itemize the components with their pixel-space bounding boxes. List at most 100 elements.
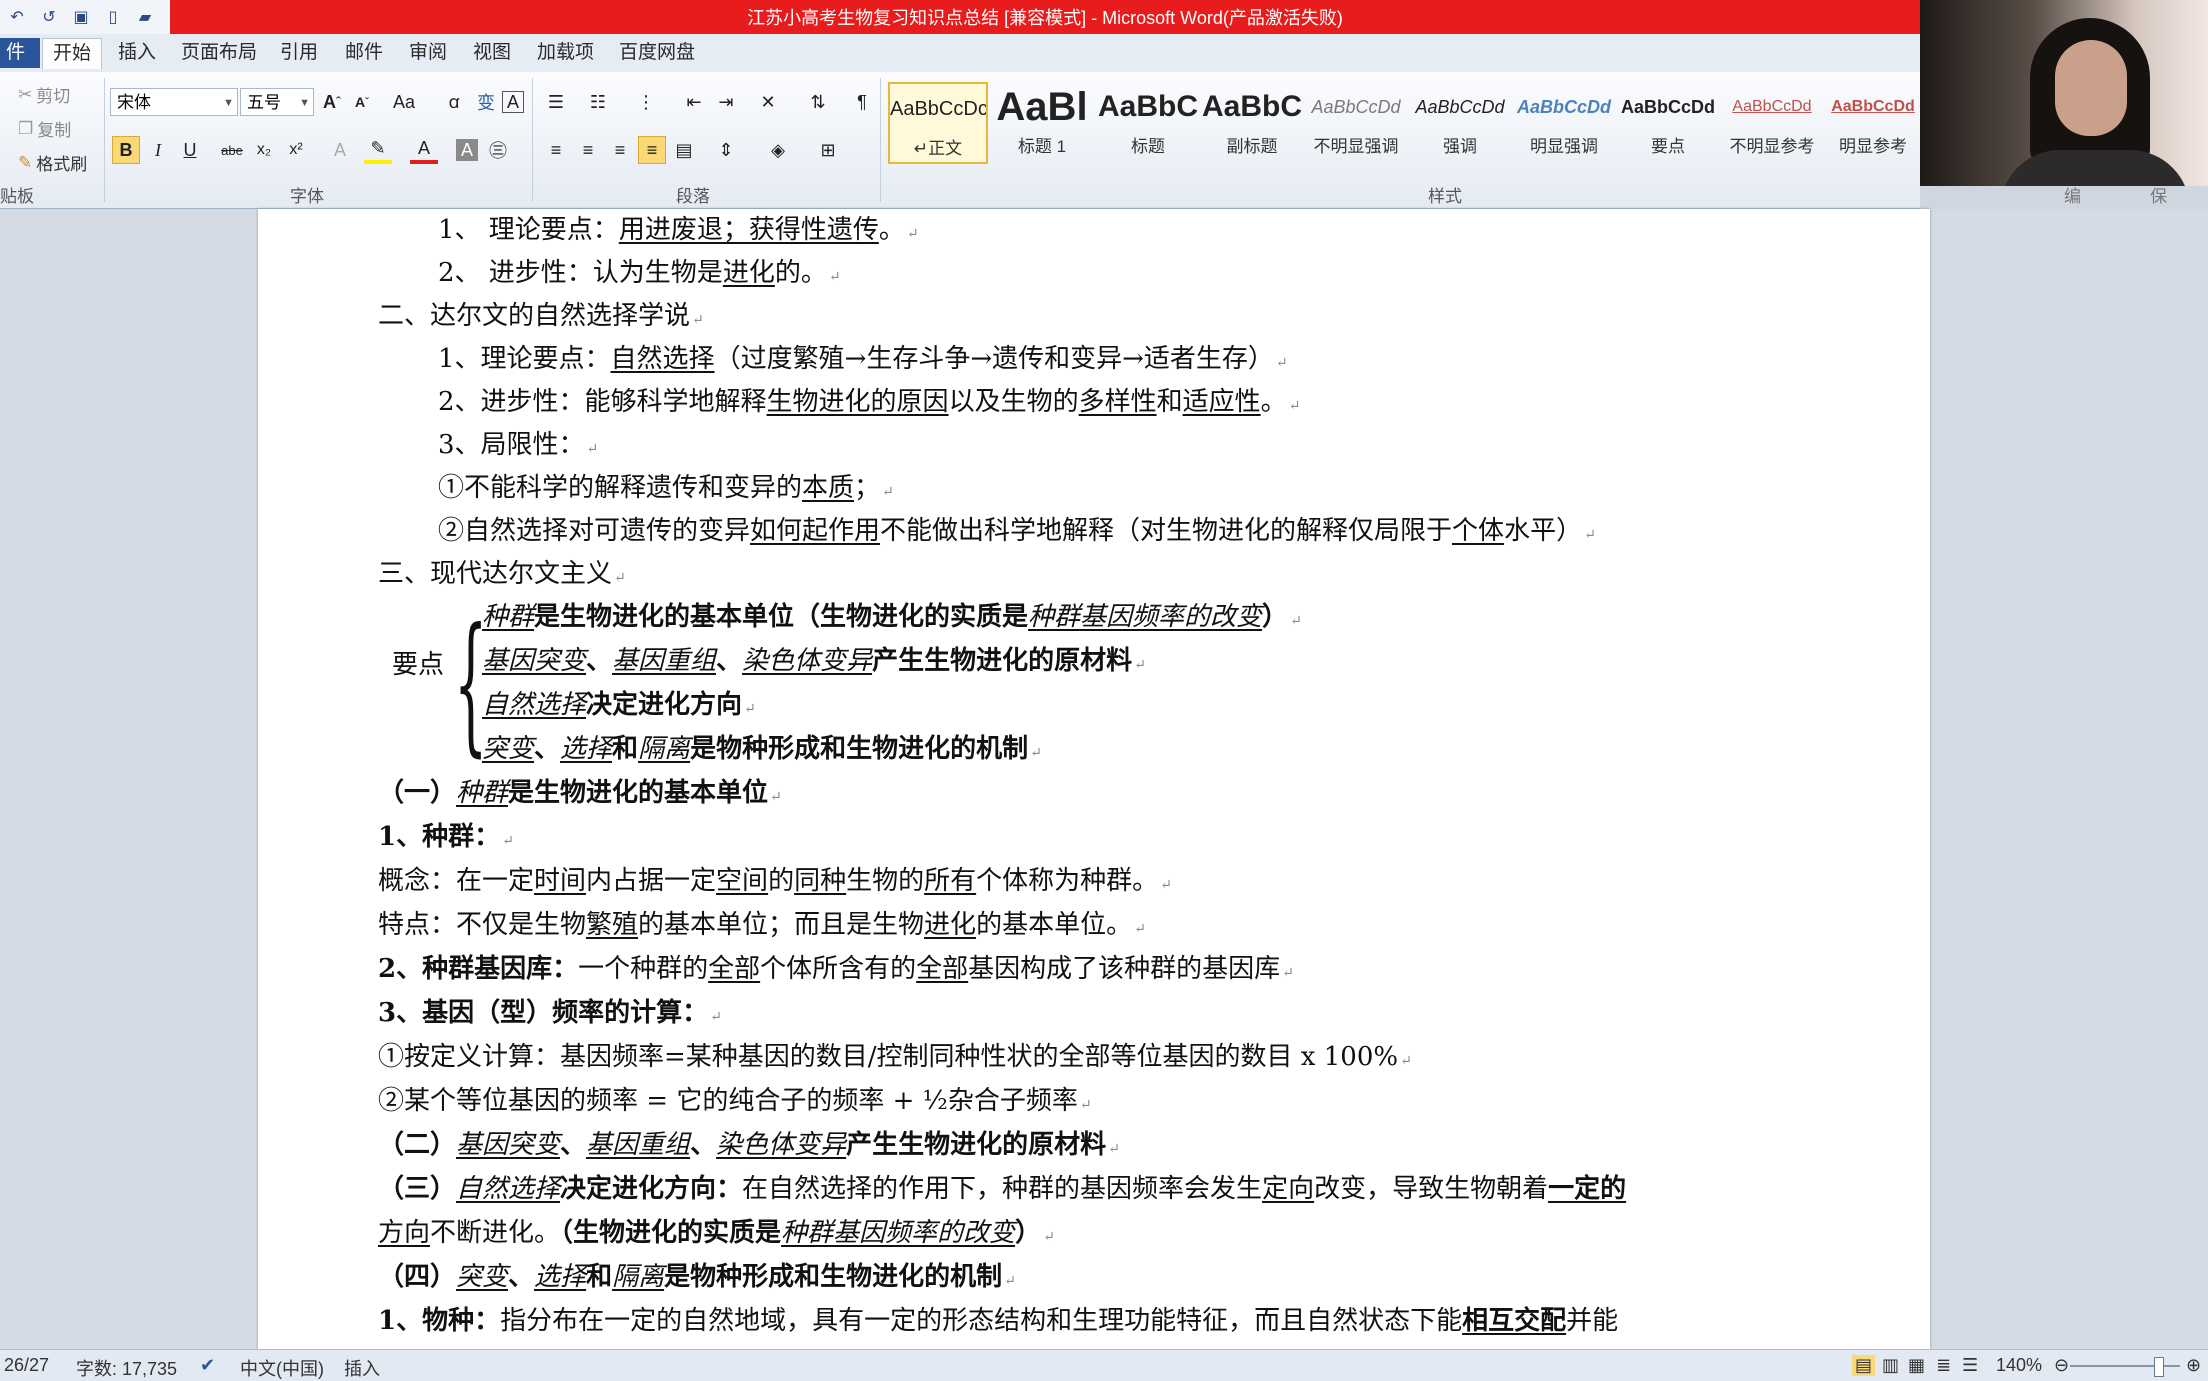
style-intense-reference[interactable]: AaBbCcDd 明显参考 xyxy=(1826,82,1920,164)
align-right-icon[interactable]: ≡ xyxy=(606,136,634,164)
font-size-combo[interactable]: 五号 ▼ xyxy=(240,88,314,116)
change-case-icon[interactable]: Aa xyxy=(390,88,418,116)
font-name-combo[interactable]: 宋体 ▼ xyxy=(110,88,238,116)
phonetic-guide-icon[interactable]: 变 xyxy=(472,88,500,116)
style-subtitle[interactable]: AaBbC 副标题 xyxy=(1202,82,1302,164)
character-shading-icon[interactable]: A xyxy=(456,139,478,161)
doc-line: 方向不断进化。（生物进化的实质是种群基因频率的改变） ↵ xyxy=(378,1218,1055,1248)
tab-page-layout[interactable]: 页面布局 xyxy=(171,38,267,68)
outline-icon[interactable]: ≣ xyxy=(1936,1355,1951,1376)
underline-icon[interactable]: U xyxy=(176,136,204,164)
tab-addins[interactable]: 加载项 xyxy=(527,38,604,68)
scissors-icon: ✂ xyxy=(18,84,33,104)
shading-icon[interactable]: ◈ xyxy=(764,136,792,164)
format-painter-button[interactable]: ✎ 格式刷 xyxy=(18,150,87,175)
tab-home[interactable]: 开始 xyxy=(42,38,103,69)
print-layout-icon[interactable]: ▤ xyxy=(1852,1355,1876,1376)
window-title: 江苏小高考生物复习知识点总结 [兼容模式] - Microsoft Word(产… xyxy=(170,0,1920,34)
undo-icon[interactable]: ↶ xyxy=(6,6,28,28)
tab-insert[interactable]: 插入 xyxy=(108,38,166,68)
insert-mode[interactable]: 插入 xyxy=(344,1355,380,1381)
doc-line: 2、 进步性：认为生物是进化的。 ↵ xyxy=(438,258,841,288)
doc-line: 1、 理论要点：用进废退；获得性遗传。 ↵ xyxy=(438,215,919,245)
tab-view[interactable]: 视图 xyxy=(463,38,521,68)
full-screen-reading-icon[interactable]: ▥ xyxy=(1882,1355,1899,1376)
style-normal[interactable]: AaBbCcDc ↵正文 xyxy=(888,82,988,164)
copy-button[interactable]: ❐ 复制 xyxy=(18,116,71,141)
style-title[interactable]: AaBbC 标题 xyxy=(1098,82,1198,164)
strikethrough-icon[interactable]: abe xyxy=(218,136,246,164)
group-divider xyxy=(880,78,881,202)
clear-formatting-icon[interactable]: ꭤ xyxy=(440,88,468,116)
align-left-icon[interactable]: ≡ xyxy=(542,136,570,164)
doc-line: 2、进步性：能够科学地解释生物进化的原因以及生物的多样性和适应性。 ↵ xyxy=(438,387,1301,417)
sort-icon[interactable]: ⇅ xyxy=(804,88,832,116)
bullets-icon[interactable]: ☰ xyxy=(542,88,570,116)
redo-icon[interactable]: ↺ xyxy=(38,6,60,28)
style-heading-1[interactable]: AaBl 标题 1 xyxy=(992,82,1092,164)
language-indicator[interactable]: 中文(中国) xyxy=(240,1355,324,1381)
zoom-level[interactable]: 140% xyxy=(1996,1355,2042,1376)
tab-references[interactable]: 引用 xyxy=(270,38,328,68)
style-subtle-reference[interactable]: AaBbCcDd 不明显参考 xyxy=(1722,82,1822,164)
show-marks-icon[interactable]: ¶ xyxy=(848,88,876,116)
tab-review[interactable]: 审阅 xyxy=(399,38,457,68)
style-intense-emphasis[interactable]: AaBbCcDd 明显强调 xyxy=(1514,82,1614,164)
draft-icon[interactable]: ☰ xyxy=(1962,1355,1978,1376)
numbering-icon[interactable]: ☷ xyxy=(584,88,612,116)
doc-line: 突变、选择和隔离是物种形成和生物进化的机制 ↵ xyxy=(482,734,1042,764)
save-icon[interactable]: ▣ xyxy=(70,6,92,28)
superscript-icon[interactable]: x² xyxy=(282,136,310,164)
open-folder-icon[interactable]: ▰ xyxy=(134,6,156,28)
line-spacing-icon[interactable]: ⇕ xyxy=(712,136,740,164)
text-effects-icon[interactable]: A xyxy=(326,136,354,164)
bold-icon[interactable]: B xyxy=(112,136,140,164)
chinese-layout-icon[interactable]: ✕ xyxy=(754,88,782,116)
italic-icon[interactable]: I xyxy=(144,136,172,164)
tab-mailings[interactable]: 邮件 xyxy=(335,38,393,68)
style-strong[interactable]: AaBbCcDd 要点 xyxy=(1618,82,1718,164)
doc-line: ②某个等位基因的频率 = 它的纯合子的频率 + ½杂合子频率 ↵ xyxy=(378,1086,1092,1116)
cut-button[interactable]: ✂ 剪切 xyxy=(18,82,70,107)
doc-section: （二）基因突变、基因重组、染色体变异产生生物进化的原材料 ↵ xyxy=(378,1130,1120,1160)
highlight-color-icon[interactable]: ✎ xyxy=(364,136,392,164)
doc-line: 基因突变、基因重组、染色体变异产生生物进化的原材料 ↵ xyxy=(482,646,1146,676)
ribbon-tabs: 件 开始 插入 页面布局 引用 邮件 审阅 视图 加载项 百度网盘 xyxy=(0,34,1920,73)
multilevel-list-icon[interactable]: ⋮ xyxy=(632,88,660,116)
proofing-icon[interactable]: ✔ xyxy=(200,1355,215,1376)
zoom-slider-thumb[interactable] xyxy=(2154,1357,2164,1377)
borders-icon[interactable]: ⊞ xyxy=(814,136,842,164)
style-subtle-emphasis[interactable]: AaBbCcDd 不明显强调 xyxy=(1306,82,1406,164)
chevron-down-icon: ▼ xyxy=(223,97,234,109)
doc-section: （四）突变、选择和隔离是物种形成和生物进化的机制 ↵ xyxy=(378,1262,1016,1292)
shrink-font-icon[interactable]: Aˇ xyxy=(348,88,376,116)
quick-access-toolbar: ↶ ↺ ▣ ▯ ▰ ▾ xyxy=(0,0,188,34)
doc-section: （一）种群是生物进化的基本单位 ↵ xyxy=(378,778,782,808)
grow-font-icon[interactable]: Aˆ xyxy=(318,88,346,116)
decrease-indent-icon[interactable]: ⇤ xyxy=(680,88,708,116)
web-layout-icon[interactable]: ▦ xyxy=(1908,1355,1925,1376)
enclose-characters-icon[interactable]: ㊂ xyxy=(484,136,512,164)
word-count[interactable]: 字数: 17,735 xyxy=(76,1355,177,1381)
clipboard-group-label: 贴板 xyxy=(0,187,34,206)
tab-file[interactable]: 件 xyxy=(0,38,40,68)
tab-baidu-netdisk[interactable]: 百度网盘 xyxy=(609,38,705,68)
doc-line: 自然选择决定进化方向 ↵ xyxy=(482,690,756,720)
status-bar: 26/27 字数: 17,735 ✔ 中文(中国) 插入 ▤ ▥ ▦ ≣ ☰ 1… xyxy=(0,1349,2208,1381)
doc-line: 2、种群基因库：一个种群的全部个体所含有的全部基因构成了该种群的基因库 ↵ xyxy=(378,954,1294,984)
doc-line: 3、局限性： ↵ xyxy=(438,430,599,460)
justify-icon[interactable]: ≡ xyxy=(638,136,666,164)
character-border-icon[interactable]: A xyxy=(502,91,524,113)
ribbon: ✂ 剪切 ❐ 复制 ✎ 格式刷 贴板 宋体 ▼ 五号 ▼ Aˆ Aˇ Aa ꭤ 变 A B… xyxy=(0,72,2167,231)
subscript-icon[interactable]: x₂ xyxy=(250,136,278,164)
increase-indent-icon[interactable]: ⇥ xyxy=(712,88,740,116)
zoom-in-icon[interactable]: ⊕ xyxy=(2186,1355,2201,1376)
style-emphasis[interactable]: AaBbCcDd 强调 xyxy=(1410,82,1510,164)
page-indicator[interactable]: 26/27 xyxy=(4,1355,49,1376)
new-document-icon[interactable]: ▯ xyxy=(102,6,124,28)
distributed-icon[interactable]: ▤ xyxy=(670,136,698,164)
font-color-icon[interactable]: A xyxy=(410,136,438,164)
align-center-icon[interactable]: ≡ xyxy=(574,136,602,164)
document-area[interactable]: 1、 理论要点：用进废退；获得性遗传。 ↵ 2、 进步性：认为生物是进化的。 ↵ 二… xyxy=(0,209,2208,1349)
zoom-out-icon[interactable]: ⊖ xyxy=(2054,1355,2069,1376)
